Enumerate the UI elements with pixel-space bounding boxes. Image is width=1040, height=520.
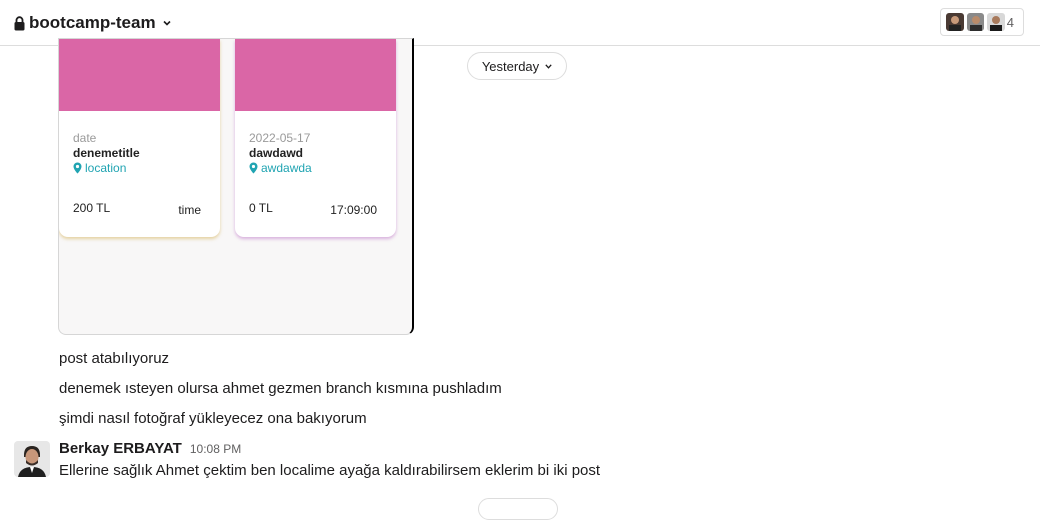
date-divider-button[interactable]: Yesterday bbox=[467, 52, 567, 80]
card-location-text: location bbox=[85, 161, 127, 175]
chevron-down-icon bbox=[545, 63, 552, 69]
card-location: awdawda bbox=[249, 161, 312, 175]
date-divider-label: Yesterday bbox=[481, 58, 540, 74]
location-pin-icon bbox=[249, 162, 258, 174]
chevron-down-icon bbox=[163, 20, 171, 26]
message-text: Ellerine sağlık Ahmet çektim ben localim… bbox=[59, 462, 601, 479]
user-avatar[interactable] bbox=[14, 441, 50, 477]
channel-name: bootcamp-team bbox=[29, 13, 156, 32]
member-avatar bbox=[986, 12, 1006, 32]
card-location-text: awdawda bbox=[261, 161, 312, 175]
member-avatar bbox=[945, 12, 965, 32]
card-title: denemetitle bbox=[73, 146, 140, 160]
channel-members-button[interactable]: 4 bbox=[940, 8, 1024, 36]
card-location: location bbox=[73, 161, 126, 175]
card-date: date bbox=[73, 131, 97, 145]
card-date: 2022-05-17 bbox=[249, 131, 311, 145]
author-name[interactable]: Berkay ERBAYAT bbox=[59, 440, 182, 457]
card-time: 17:09:00 bbox=[330, 203, 377, 217]
message-header: Berkay ERBAYAT 10:08 PM bbox=[59, 440, 241, 457]
card-price: 0 TL bbox=[249, 201, 273, 215]
event-card: 2022-05-17 dawdawd awdawda 0 TL 17:09:00 bbox=[235, 39, 396, 237]
card-image bbox=[235, 39, 396, 111]
member-avatar bbox=[965, 12, 986, 32]
message-timestamp[interactable]: 10:08 PM bbox=[190, 442, 241, 456]
message-text: denemek ısteyen olursa ahmet gezmen bran… bbox=[59, 380, 502, 397]
member-count: 4 bbox=[1006, 14, 1015, 30]
lock-icon bbox=[14, 15, 25, 30]
channel-name-button[interactable]: bootcamp-team bbox=[14, 11, 172, 35]
image-attachment[interactable]: date denemetitle location 200 TL time 20… bbox=[58, 38, 414, 335]
location-pin-icon bbox=[73, 162, 82, 174]
card-image bbox=[59, 39, 220, 111]
event-card: date denemetitle location 200 TL time bbox=[59, 39, 220, 237]
message-text: şimdi nasıl fotoğraf yükleyecez ona bakı… bbox=[59, 410, 367, 427]
card-time: time bbox=[178, 203, 201, 217]
card-title: dawdawd bbox=[249, 146, 304, 160]
card-price: 200 TL bbox=[73, 201, 111, 215]
message-text: post atabılıyoruz bbox=[59, 350, 170, 367]
date-divider-button[interactable] bbox=[478, 498, 558, 520]
